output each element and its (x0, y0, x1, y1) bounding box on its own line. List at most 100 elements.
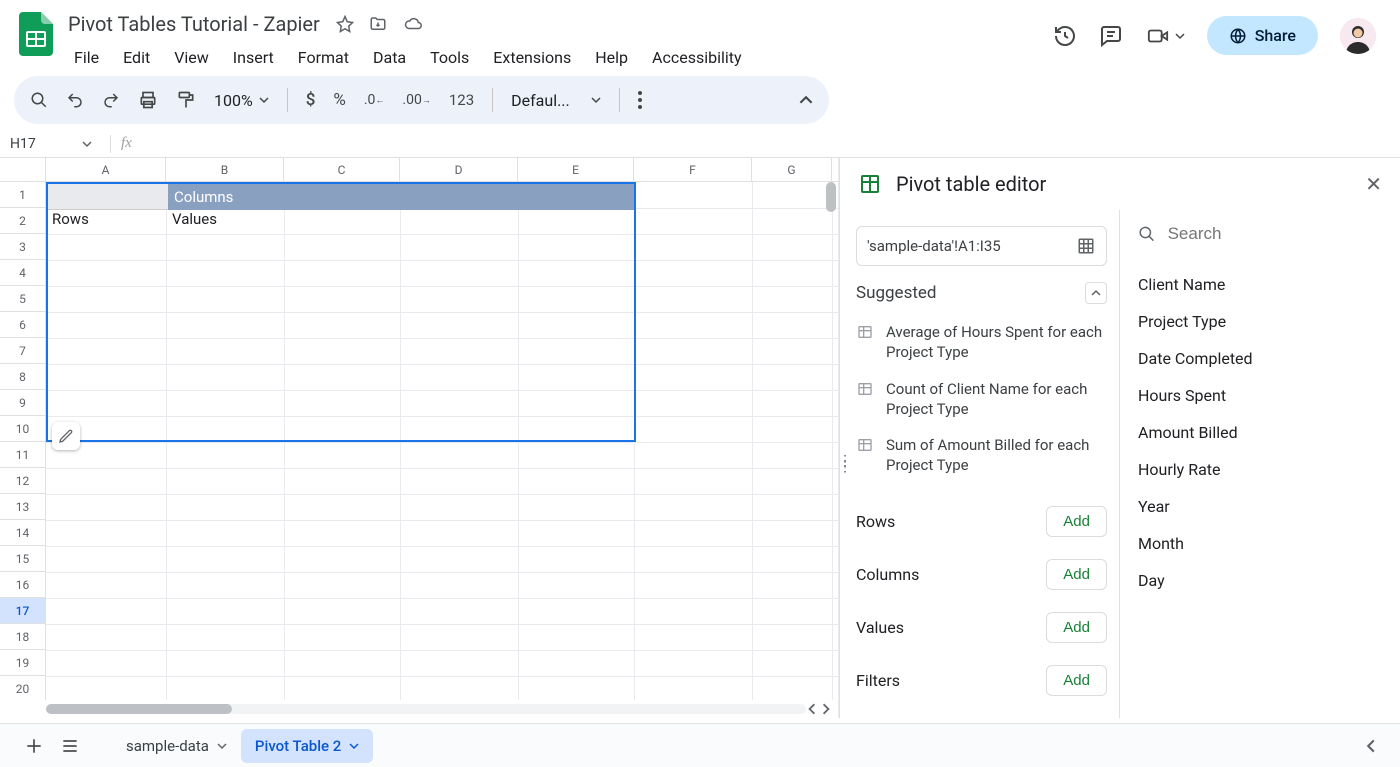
paint-format-icon[interactable] (176, 90, 196, 110)
search-menus-icon[interactable] (30, 91, 48, 109)
history-icon[interactable] (1053, 24, 1077, 48)
drag-handle-icon[interactable]: ⋮⋮ (838, 458, 853, 470)
menu-data[interactable]: Data (363, 44, 416, 71)
add-values-button[interactable]: Add (1046, 612, 1107, 643)
col-header-D[interactable]: D (400, 158, 518, 181)
undo-icon[interactable] (66, 91, 84, 109)
row-header-4[interactable]: 4 (0, 260, 46, 286)
row-header-13[interactable]: 13 (0, 494, 46, 520)
field-hourly-rate[interactable]: Hourly Rate (1138, 451, 1382, 488)
row-header-17[interactable]: 17 (0, 598, 46, 624)
col-header-B[interactable]: B (166, 158, 284, 181)
row-header-10[interactable]: 10 (0, 416, 46, 442)
col-header-C[interactable]: C (284, 158, 400, 181)
pivot-table-range[interactable]: Columns Rows Values (46, 182, 636, 442)
add-rows-button[interactable]: Add (1046, 506, 1107, 537)
row-header-16[interactable]: 16 (0, 572, 46, 598)
collapse-toolbar-icon[interactable] (799, 93, 813, 107)
sheet-tab-bar: sample-data Pivot Table 2 (0, 723, 1400, 767)
col-header-G[interactable]: G (752, 158, 832, 181)
share-button[interactable]: Share (1207, 16, 1318, 55)
increase-decimal-icon[interactable]: .00→ (402, 92, 430, 108)
explore-icon[interactable] (1358, 733, 1384, 759)
currency-icon[interactable]: $ (306, 90, 316, 110)
row-header-6[interactable]: 6 (0, 312, 46, 338)
move-icon[interactable] (368, 15, 388, 33)
add-sheet-button[interactable] (16, 728, 52, 764)
field-client-name[interactable]: Client Name (1138, 266, 1382, 303)
row-header-8[interactable]: 8 (0, 364, 46, 390)
vertical-scrollbar[interactable] (824, 182, 836, 700)
zoom-dropdown[interactable]: 100% (214, 91, 269, 110)
col-header-F[interactable]: F (634, 158, 752, 181)
close-icon[interactable]: ✕ (1365, 172, 1382, 196)
suggestion-1[interactable]: Count of Client Name for each Project Ty… (856, 371, 1107, 428)
row-header-11[interactable]: 11 (0, 442, 46, 468)
row-header-7[interactable]: 7 (0, 338, 46, 364)
meet-icon[interactable] (1145, 25, 1185, 47)
suggestion-2[interactable]: Sum of Amount Billed for each Project Ty… (856, 427, 1107, 484)
row-header-18[interactable]: 18 (0, 624, 46, 650)
document-title[interactable]: Pivot Tables Tutorial - Zapier (64, 10, 324, 38)
field-day[interactable]: Day (1138, 562, 1382, 599)
redo-icon[interactable] (102, 91, 120, 109)
row-header-12[interactable]: 12 (0, 468, 46, 494)
edit-pivot-icon[interactable] (52, 422, 80, 450)
name-box[interactable]: H17 (10, 136, 100, 152)
row-header-14[interactable]: 14 (0, 520, 46, 546)
row-header-9[interactable]: 9 (0, 390, 46, 416)
field-project-type[interactable]: Project Type (1138, 303, 1382, 340)
field-month[interactable]: Month (1138, 525, 1382, 562)
menu-view[interactable]: View (164, 44, 219, 71)
row-header-20[interactable]: 20 (0, 676, 46, 700)
menu-format[interactable]: Format (288, 44, 359, 71)
scroll-right-icon[interactable] (820, 703, 832, 715)
table-icon (856, 381, 874, 397)
star-icon[interactable] (336, 15, 354, 33)
add-filters-button[interactable]: Add (1046, 665, 1107, 696)
more-vert-icon[interactable] (638, 91, 642, 109)
field-date-completed[interactable]: Date Completed (1138, 340, 1382, 377)
menu-extensions[interactable]: Extensions (483, 44, 581, 71)
field-hours-spent[interactable]: Hours Spent (1138, 377, 1382, 414)
grid-select-icon[interactable] (1076, 237, 1096, 255)
spreadsheet-grid[interactable]: ABCDEFG 12345678910111213141516171819202… (0, 158, 839, 718)
font-dropdown[interactable]: Defaul... (511, 91, 601, 110)
sheet-tab-sample-data[interactable]: sample-data (112, 729, 241, 763)
sheet-tab-pivot-table-2[interactable]: Pivot Table 2 (241, 729, 373, 763)
percent-icon[interactable]: % (333, 90, 345, 110)
field-amount-billed[interactable]: Amount Billed (1138, 414, 1382, 451)
select-all-corner[interactable] (0, 158, 46, 181)
row-header-3[interactable]: 3 (0, 234, 46, 260)
menu-insert[interactable]: Insert (223, 44, 284, 71)
col-header-A[interactable]: A (46, 158, 166, 181)
row-header-15[interactable]: 15 (0, 546, 46, 572)
row-header-2[interactable]: 2 (0, 208, 46, 234)
field-year[interactable]: Year (1138, 488, 1382, 525)
comments-icon[interactable] (1099, 24, 1123, 48)
print-icon[interactable] (138, 90, 158, 110)
row-header-19[interactable]: 19 (0, 650, 46, 676)
menu-tools[interactable]: Tools (420, 44, 479, 71)
all-sheets-button[interactable] (52, 728, 88, 764)
sheets-app-icon[interactable] (16, 14, 56, 54)
scroll-left-icon[interactable] (806, 703, 818, 715)
number-format-icon[interactable]: 123 (449, 91, 474, 109)
data-range-input[interactable]: 'sample-data'!A1:I35 (856, 226, 1107, 266)
row-header-5[interactable]: 5 (0, 286, 46, 312)
menu-edit[interactable]: Edit (113, 44, 160, 71)
horizontal-scrollbar[interactable] (0, 700, 838, 718)
cloud-status-icon[interactable] (402, 15, 424, 33)
decrease-decimal-icon[interactable]: .0← (364, 92, 385, 108)
menu-file[interactable]: File (64, 44, 109, 71)
menu-accessibility[interactable]: Accessibility (642, 44, 752, 71)
field-search[interactable] (1138, 224, 1382, 244)
col-header-E[interactable]: E (518, 158, 634, 181)
add-columns-button[interactable]: Add (1046, 559, 1107, 590)
menu-help[interactable]: Help (585, 44, 638, 71)
suggestion-0[interactable]: Average of Hours Spent for each Project … (856, 314, 1107, 371)
account-avatar[interactable] (1340, 18, 1376, 54)
collapse-suggested-icon[interactable] (1085, 282, 1107, 304)
row-header-1[interactable]: 1 (0, 182, 46, 208)
search-input[interactable] (1168, 224, 1382, 244)
